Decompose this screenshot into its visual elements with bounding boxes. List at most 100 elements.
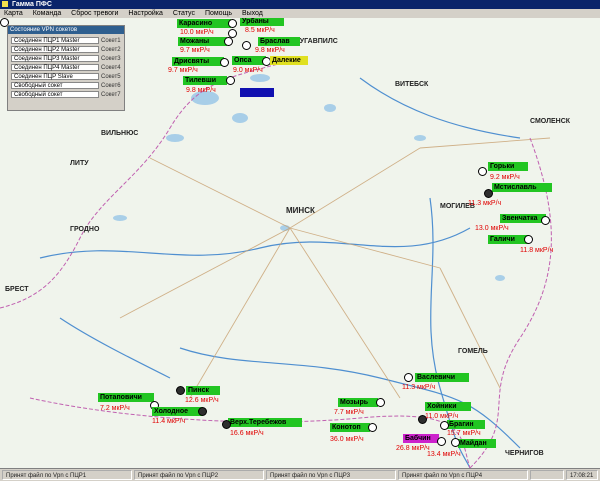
socket-status: Соединен ПЦР2 Master: [11, 46, 99, 53]
socket-name: Сокет6: [101, 83, 121, 89]
station-status-dot: [226, 76, 235, 85]
station-dose-value: 16.6 мкР/ч: [230, 430, 264, 437]
station-status-dot: [220, 58, 229, 67]
socket-status: Соединен ПЦР3 Master: [11, 55, 99, 62]
station-name: Холодное: [152, 407, 202, 416]
station-name: Пинск: [186, 386, 220, 395]
city-label-vilnius: ВИЛЬНЮС: [101, 130, 139, 137]
socket-status: Соединен ПЦР Slave: [11, 73, 99, 80]
station-dose-value: 11.8 мкР/ч: [520, 247, 554, 254]
station-dose-value: 9.8 мкР/ч: [255, 47, 285, 54]
socket-name: Сокет3: [101, 56, 121, 62]
station-name: Опса: [232, 56, 266, 65]
station-name: Потаповичи: [98, 393, 154, 402]
station-dose-value: 12.6 мкР/ч: [185, 397, 219, 404]
status-cell-empty: [530, 470, 564, 480]
socket-status: Соединен ПЦР4 Master: [11, 64, 99, 71]
station-name: Браслав: [258, 37, 300, 46]
socket-status: Соединен ПЦР1 Master: [11, 37, 99, 44]
station-dose-value: 8.5 мкР/ч: [245, 27, 275, 34]
station-name: Васлевичи: [415, 373, 469, 382]
station-name: Конотоп: [330, 423, 370, 432]
station-name: [240, 88, 274, 97]
station-dose-value: 9.7 мкР/ч: [180, 47, 210, 54]
station-status-dot: [228, 19, 237, 28]
station-status-dot: [176, 386, 185, 395]
station-dose-value: 7.7 мкР/ч: [334, 409, 364, 416]
window-titlebar: Гамма ПФС: [0, 0, 600, 9]
station-dose-value: 13.0 мкР/ч: [475, 225, 509, 232]
station-name: Верх.Теребежов: [228, 418, 302, 427]
status-bar: Принят файл по Vpn с ПЦР1 Принят файл по…: [0, 468, 600, 481]
station-name: Хойники: [425, 402, 471, 411]
city-label-vitebsk: ВИТЕБСК: [395, 81, 429, 88]
station-name: Горьки: [488, 162, 528, 171]
menu-item-status[interactable]: Статус: [169, 10, 199, 17]
status-time: 17:08:21: [566, 470, 598, 480]
station-dose-value: 15.7 мкР/ч: [447, 430, 481, 437]
station-status-dot: [541, 216, 550, 225]
menu-item-help[interactable]: Помощь: [201, 10, 236, 17]
socket-name: Сокет1: [101, 38, 121, 44]
city-label-litu: ЛИТУ: [70, 160, 89, 167]
city-label-chernigov: ЧЕРНИГОВ: [505, 450, 544, 457]
status-cell: Принят файл по Vpn с ПЦР4: [398, 470, 528, 480]
city-label-minsk: МИНСК: [286, 206, 315, 215]
station-dose-value: 11.4 мкР/ч: [152, 418, 186, 425]
station-name: Бабчин: [403, 434, 439, 443]
city-label-smolensk: СМОЛЕНСК: [530, 118, 571, 125]
station-status-dot: [478, 167, 487, 176]
station-name: Тилевши: [183, 76, 227, 85]
station-status-dot: [242, 41, 251, 50]
station-status-dot: [451, 438, 460, 447]
city-label-brest: БРЕСТ: [5, 286, 29, 293]
station-name: Звенчатка: [500, 214, 546, 223]
station-dose-value: 9.8 мкР/ч: [186, 87, 216, 94]
station-dose-value: 11.3 мкР/ч: [402, 384, 436, 391]
station-dose-value: 7.2 мкР/ч: [100, 405, 130, 412]
socket-name: Сокет5: [101, 74, 121, 80]
socket-name: Сокет2: [101, 47, 121, 53]
socket-name: Сокет7: [101, 92, 121, 98]
station-name: Карасино: [177, 19, 231, 28]
station-status-dot: [524, 235, 533, 244]
vpn-socket-panel: Состояние VPN сокетов Соединен ПЦР1 Mast…: [7, 25, 125, 111]
station-dose-value: 9.2 мкР/ч: [490, 174, 520, 181]
station-dose-value: 26.8 мкР/ч: [396, 445, 430, 452]
station-name: Можаны: [178, 37, 227, 46]
station-name: Галичи: [488, 235, 528, 244]
app-icon: [2, 1, 8, 7]
station-name: Мстиславль: [492, 183, 552, 192]
menu-item-reset-alarm[interactable]: Сброс тревоги: [67, 10, 122, 17]
station-name: Урбаны: [240, 18, 284, 26]
station-dose-value: 13.4 мкР/ч: [427, 451, 461, 458]
status-cell: Принят файл по Vpn с ПЦР1: [2, 470, 132, 480]
menu-bar: Карта Команда Сброс тревоги Настройка Ст…: [0, 9, 600, 18]
menu-item-map[interactable]: Карта: [0, 10, 27, 17]
status-cell: Принят файл по Vpn с ПЦР2: [134, 470, 264, 480]
menu-item-exit[interactable]: Выход: [238, 10, 267, 17]
station-status-dot: [376, 398, 385, 407]
station-dose-value: 9.0 мкР/ч: [233, 67, 263, 74]
menu-item-settings[interactable]: Настройка: [124, 10, 166, 17]
station-name: Дрисвяты: [172, 57, 224, 66]
station-status-dot: [198, 407, 207, 416]
station-dose-value: 10.0 мкР/ч: [180, 29, 214, 36]
station-status-dot: [368, 423, 377, 432]
panel-title: Состояние VPN сокетов: [8, 26, 124, 34]
station-status-dot: [404, 373, 413, 382]
station-status-dot: [222, 420, 231, 429]
city-label-grodno: ГРОДНО: [70, 226, 100, 233]
station-name: Далекие: [270, 56, 308, 65]
station-name: Мозырь: [338, 398, 378, 407]
menu-item-command[interactable]: Команда: [29, 10, 66, 17]
station-status-dot: [437, 437, 446, 446]
station-dose-value: 11.3 мкР/ч: [468, 200, 502, 207]
station-name: Майдан: [458, 439, 496, 448]
socket-status: Свободный сокет: [11, 91, 99, 98]
station-status-dot: [484, 189, 493, 198]
socket-status: Свободный сокет: [11, 82, 99, 89]
city-label-gomel: ГОМЕЛЬ: [458, 348, 488, 355]
window-title: Гамма ПФС: [11, 1, 52, 8]
station-dose-value: 9.7 мкР/ч: [168, 67, 198, 74]
